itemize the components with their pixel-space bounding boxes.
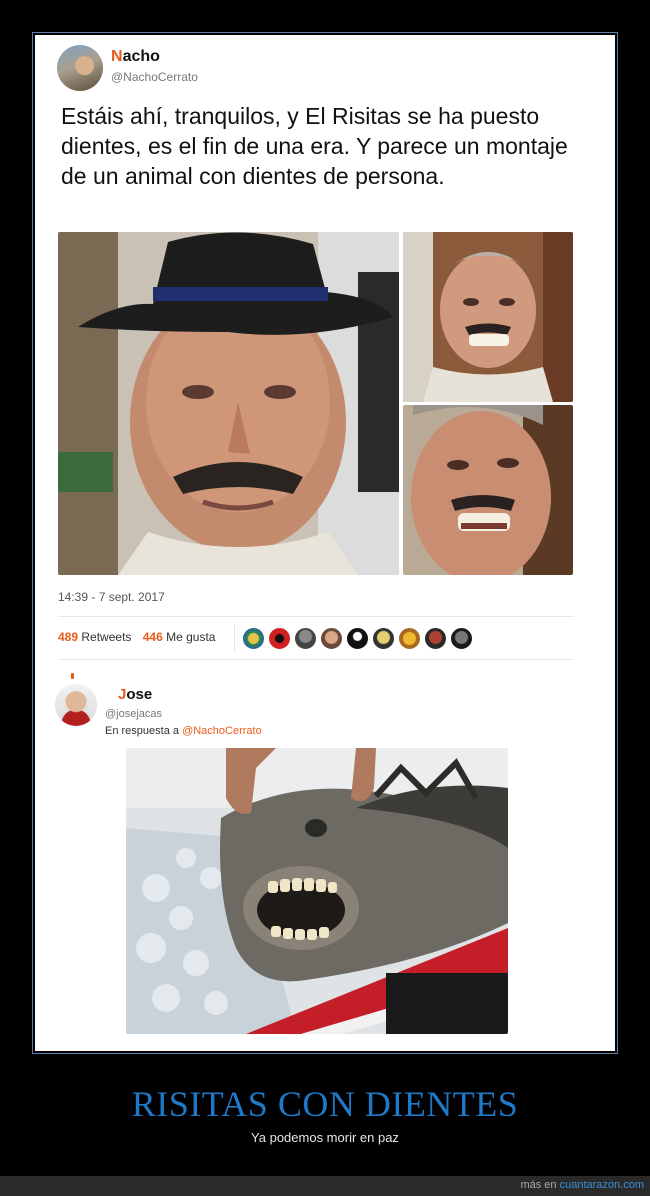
risitas-smile-photo-1[interactable] (403, 232, 573, 402)
reply-thread-marker (71, 673, 74, 679)
reply-prefix: En respuesta a (105, 725, 179, 737)
nacho-handle[interactable]: @NachoCerrato (111, 70, 198, 84)
liker-avatar[interactable] (242, 627, 265, 650)
risitas-hat-photo[interactable] (58, 232, 399, 575)
nacho-avatar[interactable] (57, 45, 103, 91)
poster-title: RISITAS CON DIENTES (131, 1084, 519, 1124)
fish-with-teeth-photo[interactable] (126, 748, 508, 1034)
divider (58, 659, 574, 660)
nacho-name[interactable]: Nacho (111, 48, 160, 66)
divider (58, 616, 574, 617)
footer-prefix: más en (520, 1179, 557, 1191)
liker-avatar[interactable] (268, 627, 291, 650)
liker-avatar[interactable] (294, 627, 317, 650)
liker-avatar[interactable] (372, 627, 395, 650)
tweet-timestamp[interactable]: 14:39 - 7 sept. 2017 (58, 590, 165, 604)
reply-context: En respuesta a @NachoCerrato (105, 725, 262, 737)
jose-handle[interactable]: @josejacas (105, 708, 162, 720)
liker-avatar[interactable] (450, 627, 473, 650)
risitas-smile-photo-2[interactable] (403, 405, 573, 575)
tweet-text: Estáis ahí, tranquilos, y El Risitas se … (61, 103, 568, 189)
jose-avatar[interactable] (55, 684, 97, 726)
likers-avatars (242, 627, 473, 650)
liker-avatar[interactable] (320, 627, 343, 650)
likes-count[interactable]: 446 (143, 630, 163, 644)
tweet-stats: 489 Retweets 446 Me gusta (58, 630, 215, 644)
jose-name-rest: ose (126, 686, 153, 703)
site-link[interactable]: cuantarazon.com (560, 1179, 644, 1191)
footer-credit: más en cuantarazon.com (520, 1179, 644, 1191)
liker-avatar[interactable] (346, 627, 369, 650)
liker-avatar[interactable] (398, 627, 421, 650)
poster-subtitle: Ya podemos morir en paz (251, 1130, 399, 1145)
tweet-card: Nacho @NachoCerrato Estáis ahí, tranquil… (35, 35, 615, 1051)
nacho-name-rest: acho (122, 48, 160, 65)
jose-name[interactable]: Jose (118, 686, 152, 703)
retweets-label[interactable]: Retweets (81, 630, 131, 644)
nacho-name-initial: N (111, 48, 123, 65)
reply-target-link[interactable]: @NachoCerrato (182, 725, 262, 737)
likes-label[interactable]: Me gusta (166, 630, 215, 644)
retweets-count[interactable]: 489 (58, 630, 78, 644)
stats-divider (234, 624, 235, 652)
liker-avatar[interactable] (424, 627, 447, 650)
